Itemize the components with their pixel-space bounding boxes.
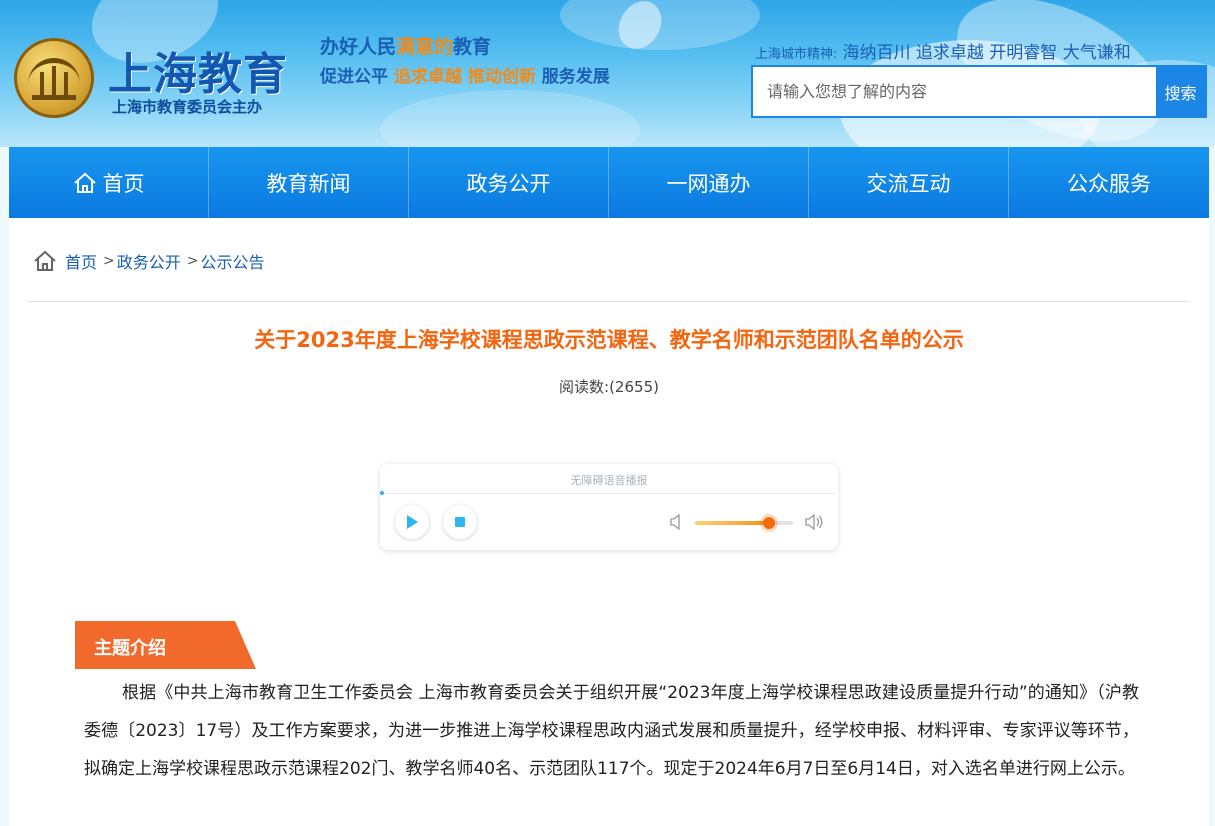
slogan-line-2: 促进公平 追求卓越 推动创新 服务发展 [320,62,610,87]
nav-item-label: 政务公开 [466,171,551,196]
breadcrumb-government-link[interactable]: 政务公开 [117,249,181,273]
content-panel: 首页 > 政务公开 > 公示公告 关于2023年度上海学校课程思政示范课程、教学… [9,218,1209,826]
volume-fill [695,521,769,525]
slogan-text: 服务发展 [535,67,610,87]
article-body: 根据《中共上海市教育卫生工作委员会 上海市教育委员会关于组织开展“2023年度上… [84,683,1139,779]
section-tag: 主题介绍 [75,621,256,669]
nav-item-home[interactable]: 首页 [9,147,209,218]
volume-high-icon[interactable] [805,513,825,531]
slogan-text: 促进公平 [320,67,394,87]
nav-item-label: 交流互动 [866,171,951,196]
decor-petal [380,90,640,147]
slogan-text: 教育 [453,36,492,58]
nav-item-label: 教育新闻 [266,171,351,196]
player-label: 无障碍语音播报 [570,474,648,487]
main-nav: 首页 教育新闻 政务公开 一网通办 交流互动 公众服务 [9,147,1209,218]
nav-item-government-affairs[interactable]: 政务公开 [409,147,609,218]
slogan-highlight: 满意的 [396,36,454,58]
breadcrumb-announcement-link[interactable]: 公示公告 [201,249,265,273]
nav-item-one-stop-service[interactable]: 一网通办 [609,147,809,218]
site-header: 上海教育 上海市教育委员会主办 办好人民满意的教育 促进公平 追求卓越 推动创新… [0,0,1215,147]
search-input[interactable] [753,67,1156,116]
volume-low-icon[interactable] [670,514,684,530]
section-title: 主题介绍 [94,638,166,659]
logo-title[interactable]: 上海教育 [108,38,288,102]
nav-item-label: 一网通办 [666,171,751,196]
logo-emblem-icon[interactable] [14,38,94,118]
nav-item-label: 首页 [102,171,145,196]
logo-subtitle: 上海市教育委员会主办 [112,98,263,116]
breadcrumb: 首页 > 政务公开 > 公示公告 [33,248,265,274]
article-title: 关于2023年度上海学校课程思政示范课程、教学名师和示范团队名单的公示 [254,328,964,352]
city-spirit-text: 海纳百川 追求卓越 开明睿智 大气谦和 [842,43,1131,63]
slogan-text: 办好人民 [320,36,397,58]
city-spirit: 上海城市精神: 海纳百川 追求卓越 开明睿智 大气谦和 [755,38,1131,63]
volume-knob[interactable] [762,517,775,529]
volume-slider[interactable] [695,517,793,529]
stop-button[interactable] [443,505,477,539]
home-icon [73,172,96,193]
play-button[interactable] [395,505,429,539]
nav-item-interaction[interactable]: 交流互动 [809,147,1009,218]
progress-bar[interactable] [380,491,836,495]
search-box: 搜索 [751,65,1207,118]
breadcrumb-separator: > [186,253,199,269]
home-icon [34,250,56,271]
slogan-line-1: 办好人民满意的教育 [320,32,491,59]
audio-player: 无障碍语音播报 [380,464,838,550]
breadcrumb-separator: > [103,253,115,269]
nav-item-public-service[interactable]: 公众服务 [1009,147,1209,218]
city-spirit-label: 上海城市精神: [755,47,838,62]
read-count: 阅读数:(2655) [559,378,659,396]
slogan-highlight: 追求卓越 推动创新 [393,67,536,87]
breadcrumb-home-link[interactable]: 首页 [65,249,97,273]
play-icon [407,515,418,529]
stop-icon [455,517,465,527]
nav-item-label: 公众服务 [1067,171,1151,196]
search-button[interactable]: 搜索 [1156,67,1205,116]
nav-item-education-news[interactable]: 教育新闻 [209,147,409,218]
divider [27,301,1190,302]
